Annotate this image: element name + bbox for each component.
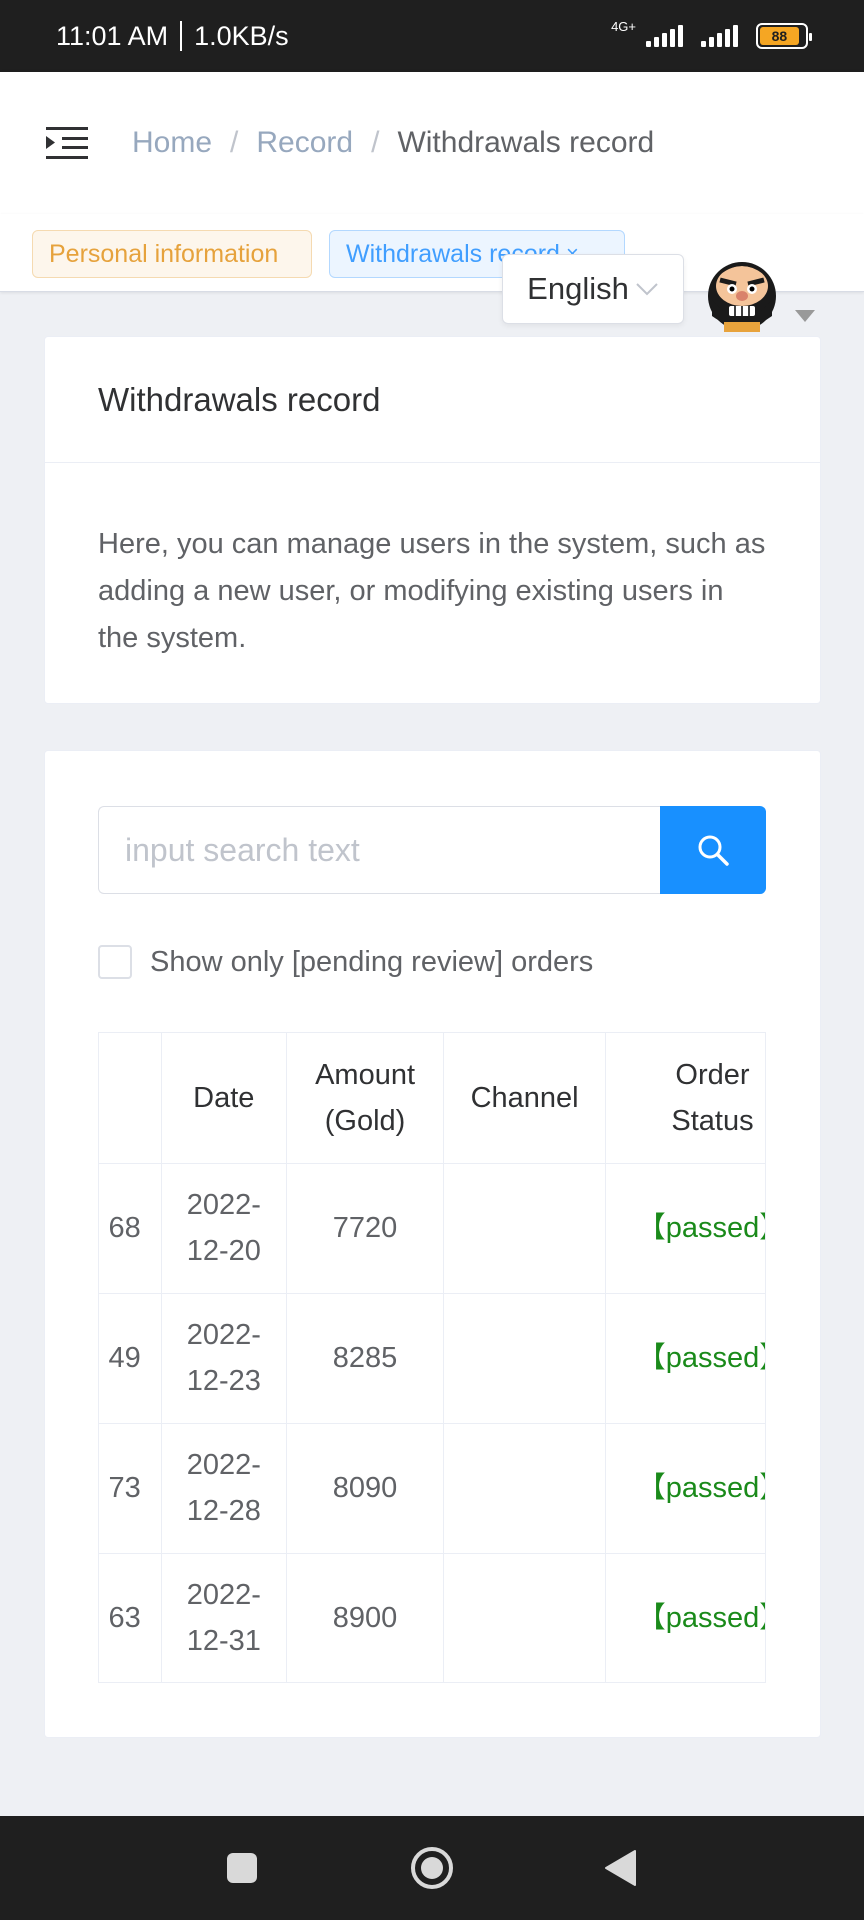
column-header-channel: Channel (443, 1033, 606, 1164)
cell-date: 2022-12-28 (161, 1423, 287, 1554)
card-description: Here, you can manage users in the system… (98, 528, 766, 654)
status-right: 4G+ 88 (611, 18, 812, 49)
menu-fold-icon[interactable] (46, 125, 88, 161)
breadcrumb-current: Withdrawals record (397, 126, 655, 159)
pending-filter[interactable]: Show only [pending review] orders (98, 945, 593, 979)
records-table[interactable]: Date Amount (Gold) Channel Order Status … (98, 1032, 766, 1683)
cell-amount: 8900 (286, 1553, 445, 1682)
cell-channel (443, 1293, 606, 1424)
card-title: Withdrawals record (45, 337, 820, 463)
records-table-grid: Date Amount (Gold) Channel Order Status … (99, 1033, 765, 1682)
language-select[interactable]: English (502, 254, 684, 324)
breadcrumb-separator: / (371, 126, 380, 159)
network-type: 4G+ (611, 18, 636, 34)
back-triangle-icon (605, 1850, 636, 1886)
battery-level: 88 (760, 27, 799, 45)
cell-channel (443, 1553, 606, 1682)
status-network-speed: 1.0KB/s (194, 20, 289, 51)
cell-channel (443, 1163, 606, 1294)
cell-amount: 8285 (286, 1293, 445, 1424)
status-left: 11:01 AM 1.0KB/s (56, 21, 289, 52)
table-row: 68 2022-12-20 7720 【passed】 (99, 1163, 765, 1294)
table-row: 63 2022-12-31 8900 【passed】 (99, 1553, 765, 1682)
recent-apps-button[interactable] (192, 1816, 292, 1920)
search-icon (698, 835, 729, 866)
navbar: Home / Record / Withdrawals record (0, 72, 864, 214)
language-selected: English (527, 271, 629, 306)
column-header-amount: Amount (Gold) (286, 1033, 445, 1164)
cell-id: 63 (99, 1553, 162, 1682)
tag-personal-information[interactable]: Personal information (32, 230, 312, 278)
search-button[interactable] (660, 806, 766, 894)
cell-id: 49 (99, 1293, 162, 1424)
table-row: 73 2022-12-28 8090 【passed】 (99, 1423, 765, 1554)
breadcrumb: Home / Record / Withdrawals record (132, 126, 654, 160)
system-nav-bar (0, 1816, 864, 1920)
tag-label: Personal information (49, 239, 279, 268)
table-row: 49 2022-12-23 8285 【passed】 (99, 1293, 765, 1424)
signal-icon (646, 25, 683, 47)
cell-date: 2022-12-23 (161, 1293, 287, 1424)
cell-amount: 8090 (286, 1423, 445, 1554)
pending-only-label: Show only [pending review] orders (150, 945, 594, 978)
cell-id: 73 (99, 1423, 162, 1554)
pending-only-checkbox[interactable] (98, 945, 132, 979)
cell-amount: 7720 (286, 1163, 445, 1294)
square-icon (227, 1853, 257, 1883)
battery-icon: 88 (756, 23, 812, 49)
cell-date: 2022-12-31 (161, 1553, 287, 1682)
column-header-date: Date (161, 1033, 287, 1164)
search-bar (98, 806, 766, 894)
table-header-row: Date Amount (Gold) Channel Order Status (99, 1033, 765, 1164)
status-time: 11:01 AM (56, 20, 169, 51)
cell-status: 【passed】 (605, 1163, 765, 1294)
chevron-down-icon (636, 283, 658, 296)
records-card: Show only [pending review] orders Date A… (44, 750, 821, 1738)
cell-status: 【passed】 (605, 1293, 765, 1424)
back-button[interactable] (570, 1816, 670, 1920)
breadcrumb-separator: / (230, 126, 239, 159)
cell-status: 【passed】 (636, 1602, 765, 1635)
home-button[interactable] (382, 1816, 482, 1920)
breadcrumb-record[interactable]: Record (256, 126, 353, 160)
cell-id: 68 (99, 1163, 162, 1294)
column-header-status: Order Status (605, 1033, 765, 1164)
status-divider (180, 21, 183, 51)
avatar[interactable] (702, 256, 782, 334)
cell-status: 【passed】 (605, 1423, 765, 1554)
signal-icon-2 (701, 25, 738, 47)
info-card: Withdrawals record Here, you can manage … (44, 336, 821, 704)
status-bar: 11:01 AM 1.0KB/s 4G+ 88 (0, 0, 864, 72)
cell-date: 2022-12-20 (161, 1163, 287, 1294)
home-circle-icon (411, 1847, 453, 1889)
search-input[interactable] (98, 806, 660, 894)
column-header-id (99, 1033, 162, 1164)
breadcrumb-home[interactable]: Home (132, 126, 212, 160)
cell-channel (443, 1423, 606, 1554)
caret-down-icon[interactable] (795, 310, 815, 322)
